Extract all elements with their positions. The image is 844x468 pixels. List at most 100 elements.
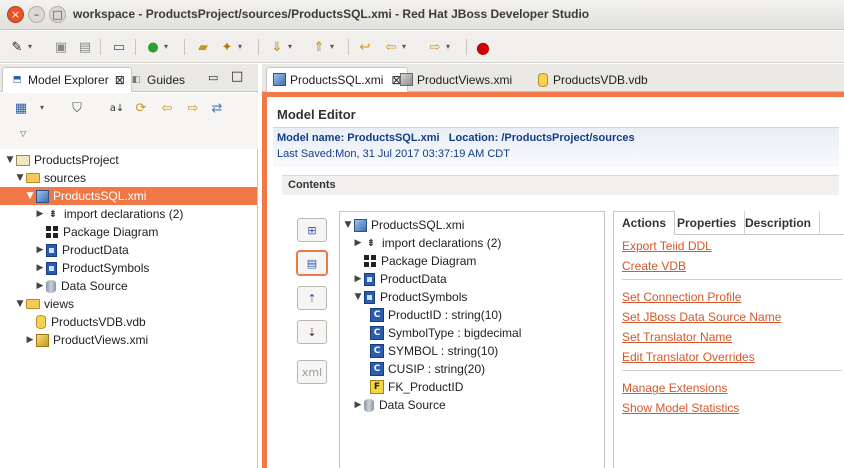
- save-icon[interactable]: ▣: [52, 38, 70, 56]
- tree-item-label: FK_ProductID: [388, 380, 464, 394]
- minimize-window-button[interactable]: –: [28, 6, 45, 23]
- tab-actions[interactable]: Actions: [613, 211, 676, 235]
- tree-item-productsvdb[interactable]: ProductsVDB.vdb: [0, 313, 257, 331]
- show-model-statistics-link[interactable]: Show Model Statistics: [622, 401, 739, 415]
- content-item-import-declarations[interactable]: ▶ ⇟ import declarations (2): [352, 234, 502, 252]
- maximize-view-icon[interactable]: □: [231, 69, 243, 84]
- new-model-icon[interactable]: ▦: [12, 99, 30, 117]
- guides-icon: ◧: [131, 74, 141, 85]
- location-label: Location:: [448, 132, 499, 144]
- expand-twisty-icon[interactable]: ▼: [24, 191, 36, 201]
- back-icon[interactable]: ⇦: [382, 38, 400, 56]
- tree-item-package-diagram[interactable]: Package Diagram: [0, 223, 257, 241]
- add-sibling-button[interactable]: ⊞: [297, 218, 327, 242]
- create-vdb-link[interactable]: Create VDB: [622, 259, 686, 273]
- expand-twisty-icon[interactable]: ▶: [352, 400, 364, 410]
- foreign-key-icon: F: [370, 380, 384, 394]
- forward-icon[interactable]: ⇨: [184, 99, 202, 117]
- expand-twisty-icon[interactable]: ▼: [352, 292, 364, 302]
- forward-icon[interactable]: ⇨: [426, 38, 444, 56]
- expand-twisty-icon[interactable]: ▶: [352, 238, 364, 248]
- link-editor-icon[interactable]: ⇄: [208, 99, 226, 117]
- tree-item-productssql[interactable]: ▼ ProductsSQL.xmi: [0, 187, 257, 205]
- open-folder-icon[interactable]: ▰: [194, 38, 212, 56]
- expand-twisty-icon[interactable]: ▼: [14, 299, 26, 309]
- add-child-button[interactable]: ▤: [297, 251, 327, 275]
- tab-model-explorer[interactable]: ⬒ Model Explorer ⊠: [2, 67, 132, 92]
- run-dropdown-icon[interactable]: ▾: [164, 42, 172, 52]
- expand-twisty-icon[interactable]: ▶: [24, 335, 36, 345]
- new-model-dropdown-icon[interactable]: ▾: [40, 103, 48, 113]
- expand-twisty-icon[interactable]: ▶: [34, 263, 46, 273]
- tree-item-productsymbols[interactable]: ▶ ProductSymbols: [0, 259, 257, 277]
- tab-description[interactable]: Description: [737, 211, 821, 235]
- move-up-button[interactable]: ⇡: [297, 286, 327, 310]
- expand-twisty-icon[interactable]: ▶: [34, 245, 46, 255]
- open-xmi-button[interactable]: xml: [297, 360, 327, 384]
- content-item-symbol[interactable]: C SYMBOL : string(10): [370, 342, 498, 360]
- expand-twisty-icon[interactable]: ▼: [342, 220, 354, 230]
- expand-twisty-icon[interactable]: ▶: [34, 209, 46, 219]
- save-all-icon[interactable]: ▤: [76, 38, 94, 56]
- model-name-value: ProductsSQL.xmi: [347, 132, 440, 144]
- table-icon: [46, 261, 57, 275]
- tab-properties[interactable]: Properties: [669, 211, 746, 235]
- tree-item-productdata[interactable]: ▶ ProductData: [0, 241, 257, 259]
- previous-annotation-icon[interactable]: ⇑: [310, 38, 328, 56]
- content-item-productsymbols[interactable]: ▼ ProductSymbols: [352, 288, 468, 306]
- export-teiid-ddl-link[interactable]: Export Teiid DDL: [622, 239, 712, 253]
- tree-item-data-source[interactable]: ▶ Data Source: [0, 277, 257, 295]
- set-jboss-data-source-name-link[interactable]: Set JBoss Data Source Name: [622, 310, 781, 324]
- tree-item-label: SymbolType : bigdecimal: [388, 326, 522, 340]
- refresh-icon[interactable]: ⟳: [132, 99, 150, 117]
- new-dropdown-icon[interactable]: ▾: [28, 42, 36, 52]
- last-edit-icon[interactable]: ↩: [356, 38, 374, 56]
- set-connection-profile-link[interactable]: Set Connection Profile: [622, 290, 741, 304]
- open-console-icon[interactable]: ▭: [110, 38, 128, 56]
- forward-dropdown-icon[interactable]: ▾: [446, 42, 454, 52]
- tab-guides[interactable]: ◧ Guides: [122, 67, 191, 92]
- content-item-data-source[interactable]: ▶ Data Source: [352, 396, 446, 414]
- tab-productviews[interactable]: ProductViews.xmi: [394, 67, 518, 92]
- content-item-productid[interactable]: C ProductID : string(10): [370, 306, 502, 324]
- next-annotation-icon[interactable]: ⇓: [268, 38, 286, 56]
- content-item-productdata[interactable]: ▶ ProductData: [352, 270, 447, 288]
- new-icon[interactable]: ✎: [8, 38, 26, 56]
- previous-annotation-dropdown-icon[interactable]: ▾: [330, 42, 338, 52]
- tree-item-productsproject[interactable]: ▼ ProductsProject: [0, 151, 257, 169]
- tree-item-views[interactable]: ▼ views: [0, 295, 257, 313]
- wand-dropdown-icon[interactable]: ▾: [238, 42, 246, 52]
- view-menu-icon[interactable]: ▽: [20, 129, 28, 139]
- run-icon[interactable]: ●: [144, 38, 162, 56]
- content-item-productssql[interactable]: ▼ ProductsSQL.xmi: [342, 216, 465, 234]
- expand-twisty-icon[interactable]: ▶: [34, 281, 46, 291]
- expand-twisty-icon[interactable]: ▼: [4, 155, 16, 165]
- datasource-icon: [46, 279, 56, 293]
- tree-item-label: ProductsSQL.xmi: [371, 218, 465, 232]
- redhat-perspective-icon[interactable]: ●: [474, 38, 492, 57]
- tab-productsvdb[interactable]: ProductsVDB.vdb: [532, 67, 654, 92]
- content-item-cusip[interactable]: C CUSIP : string(20): [370, 360, 485, 378]
- expand-twisty-icon[interactable]: ▼: [14, 173, 26, 183]
- next-annotation-dropdown-icon[interactable]: ▾: [288, 42, 296, 52]
- close-window-button[interactable]: ×: [7, 6, 24, 23]
- tree-item-import-declarations[interactable]: ▶ ⇟ import declarations (2): [0, 205, 257, 223]
- edit-translator-overrides-link[interactable]: Edit Translator Overrides: [622, 350, 755, 364]
- maximize-window-button[interactable]: □: [49, 6, 66, 23]
- sort-icon[interactable]: a↓: [108, 99, 126, 117]
- move-down-button[interactable]: ⇣: [297, 320, 327, 344]
- wand-icon[interactable]: ✦: [218, 38, 236, 56]
- tree-item-sources[interactable]: ▼ sources: [0, 169, 257, 187]
- tree-item-productviews[interactable]: ▶ ProductViews.xmi: [0, 331, 257, 349]
- minimize-view-icon[interactable]: ▭: [208, 71, 218, 84]
- content-item-symboltype[interactable]: C SymbolType : bigdecimal: [370, 324, 521, 342]
- set-translator-name-link[interactable]: Set Translator Name: [622, 330, 732, 344]
- tab-productssql[interactable]: ProductsSQL.xmi ⊠: [266, 67, 409, 92]
- back-dropdown-icon[interactable]: ▾: [402, 42, 410, 52]
- content-item-package-diagram[interactable]: Package Diagram: [364, 252, 476, 270]
- expand-twisty-icon[interactable]: ▶: [352, 274, 364, 284]
- manage-extensions-link[interactable]: Manage Extensions: [622, 381, 727, 395]
- content-item-fk-productid[interactable]: F FK_ProductID: [370, 378, 463, 396]
- back-icon[interactable]: ⇦: [158, 99, 176, 117]
- filter-icon[interactable]: ⛉: [68, 99, 86, 117]
